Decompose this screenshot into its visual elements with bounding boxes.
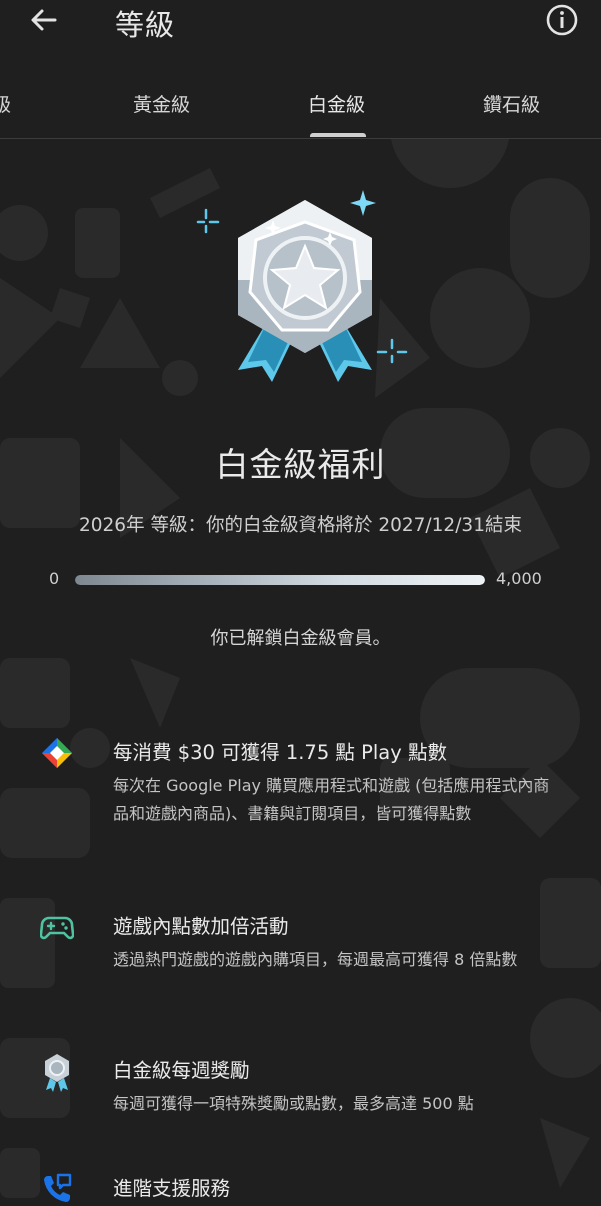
arrow-left-icon <box>31 9 57 31</box>
play-points-icon <box>42 738 72 768</box>
info-icon <box>546 4 578 36</box>
benefit-title: 遊戲內點數加倍活動 <box>113 915 289 938</box>
benefit-title: 白金級每週獎勵 <box>113 1059 250 1082</box>
tier-status-text: 2026年 等級：你的白金級資格將於 2027/12/31結束 <box>79 515 522 536</box>
benefit-description: 透過熱門遊戲的遊戲內購項目，每週最高可獲得 8 倍點數 <box>113 950 518 969</box>
page-title: 等級 <box>115 8 176 42</box>
back-button[interactable] <box>28 4 60 36</box>
info-button[interactable] <box>545 3 579 37</box>
tab-gold[interactable]: 黃金級 <box>133 90 190 117</box>
unlocked-message: 你已解鎖白金級會員。 <box>210 628 391 649</box>
active-tab-indicator <box>310 133 366 137</box>
tab-platinum[interactable]: 白金級 <box>308 90 365 117</box>
app-bar: 等級 <box>0 0 601 44</box>
progress-end-label: 4,000 <box>496 569 542 588</box>
platinum-medal-icon <box>196 190 408 382</box>
gamepad-icon <box>40 916 74 940</box>
benefit-title: 每消費 $30 可獲得 1.75 點 Play 點數 <box>113 741 447 764</box>
progress-fill <box>75 575 485 585</box>
benefit-description: 每次在 Google Play 購買應用程式和遊戲 (包括應用程式內商品和遊戲內… <box>113 776 550 823</box>
platinum-medal-icon <box>45 1054 69 1092</box>
benefit-description: 每週可獲得一項特殊獎勵或點數，最多高達 500 點 <box>113 1094 474 1113</box>
tier-tabs: 級 黃金級 白金級 鑽石級 <box>0 78 601 139</box>
tier-heading: 白金級福利 <box>215 445 386 484</box>
benefit-title: 進階支援服務 <box>113 1177 231 1200</box>
tab-silver[interactable]: 級 <box>0 90 11 117</box>
progress-start-label: 0 <box>49 569 60 588</box>
support-phone-icon <box>44 1173 72 1202</box>
tab-diamond[interactable]: 鑽石級 <box>483 90 540 117</box>
points-progress-bar <box>75 575 485 585</box>
